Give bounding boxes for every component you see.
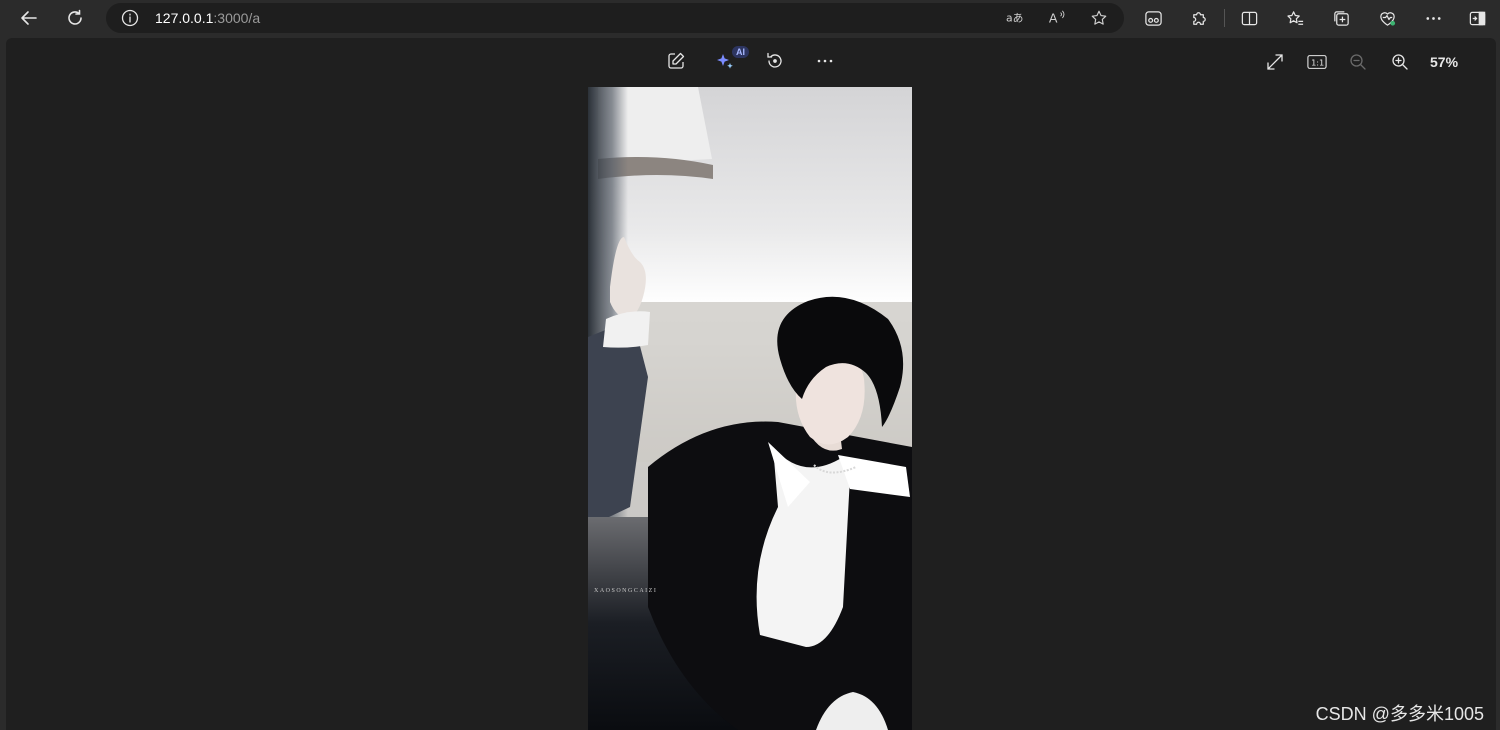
rotate-icon[interactable]: [761, 47, 789, 75]
photo-illustration: [588, 87, 912, 730]
reading-glasses-icon[interactable]: [1140, 5, 1166, 31]
url-text[interactable]: 127.0.0.1:3000/a: [155, 10, 260, 26]
refresh-icon[interactable]: [60, 4, 90, 32]
toolbar-divider: [1224, 9, 1225, 27]
zoom-level: 57%: [1430, 54, 1459, 70]
read-aloud-icon[interactable]: A: [1046, 8, 1068, 28]
svg-text:1:1: 1:1: [1311, 58, 1324, 68]
browser-toolbar: 127.0.0.1:3000/a aあ A: [0, 0, 1500, 36]
photo-caption: XAOSONGCAIZI: [594, 588, 658, 594]
address-bar[interactable]: 127.0.0.1:3000/a aあ A: [106, 3, 1124, 33]
displayed-photo: XAOSONGCAIZI: [588, 87, 912, 730]
edit-image-icon[interactable]: [662, 47, 690, 75]
ai-badge: AI: [732, 46, 749, 58]
info-icon[interactable]: [121, 9, 139, 27]
zoom-out-icon[interactable]: [1344, 48, 1372, 76]
split-screen-icon[interactable]: [1236, 5, 1262, 31]
more-dots-icon[interactable]: [811, 47, 839, 75]
url-host: 127.0.0.1: [155, 10, 214, 26]
sidebar-toggle-icon[interactable]: [1464, 5, 1490, 31]
one-to-one-icon[interactable]: 1:1: [1303, 48, 1331, 76]
browser-essentials-icon[interactable]: [1374, 5, 1400, 31]
back-arrow-icon[interactable]: [14, 4, 44, 32]
svg-text:aあ: aあ: [1006, 12, 1023, 25]
favorites-icon[interactable]: [1282, 5, 1308, 31]
image-viewer: AI 1:1 57% XAOSONGCAIZI: [6, 38, 1496, 730]
svg-text:A: A: [1049, 11, 1058, 26]
puzzle-extension-icon[interactable]: [1186, 5, 1212, 31]
translate-icon[interactable]: aあ: [1004, 8, 1026, 28]
more-dots-icon[interactable]: [1420, 5, 1446, 31]
collections-icon[interactable]: [1328, 5, 1354, 31]
star-icon[interactable]: [1088, 8, 1110, 28]
expand-icon[interactable]: [1261, 48, 1289, 76]
url-path: :3000/a: [213, 10, 261, 26]
watermark: CSDN @多多米1005: [1315, 704, 1484, 724]
zoom-in-icon[interactable]: [1386, 48, 1414, 76]
